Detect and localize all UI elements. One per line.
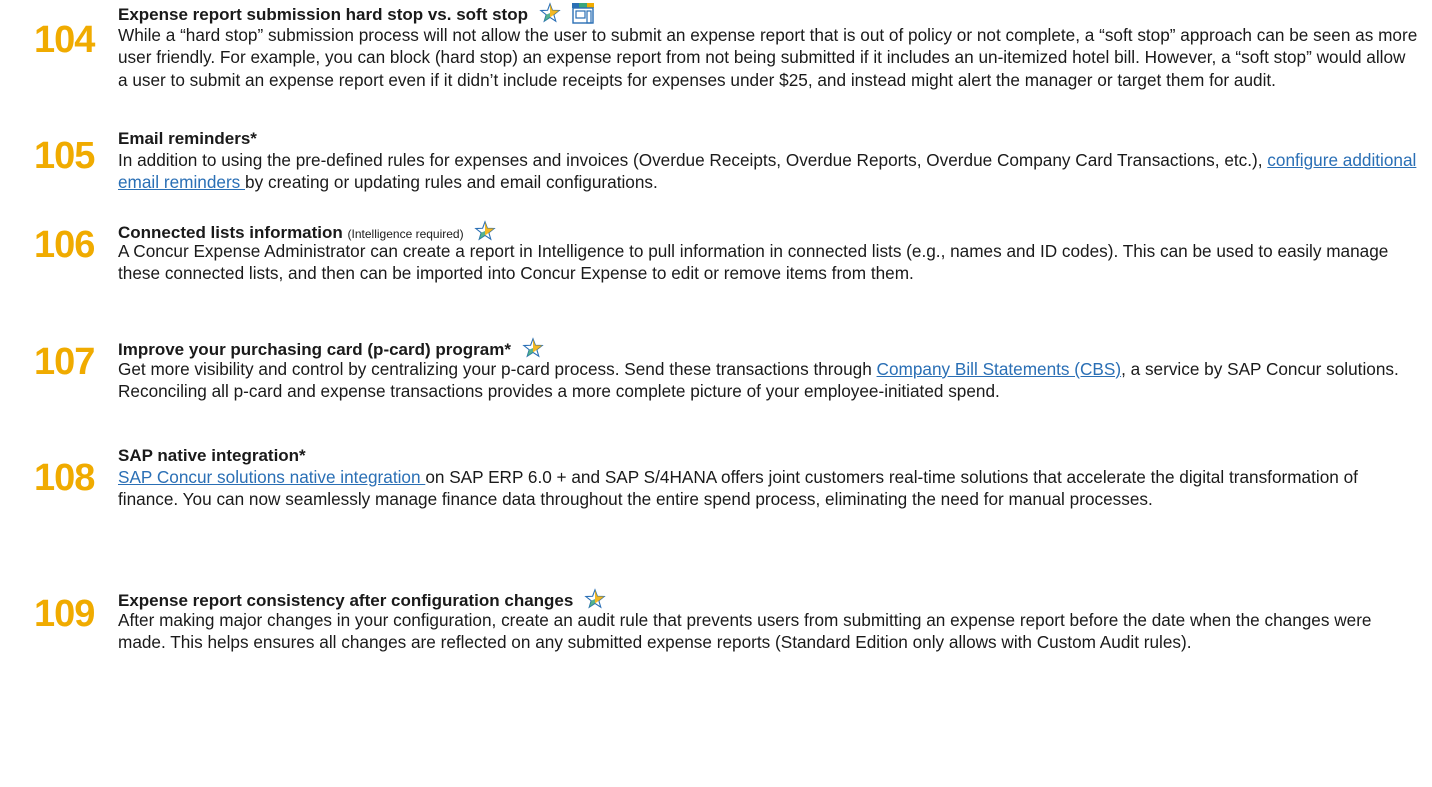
tip-body: Get more visibility and control by centr… — [118, 359, 1399, 402]
tip-109: 109 Expense report consistency after con… — [0, 0, 1432, 652]
tip-title: Email reminders* — [118, 129, 257, 148]
tip-body: After making major changes in your confi… — [118, 610, 1372, 653]
tip-number: 107 — [34, 341, 95, 383]
tip-body: SAP Concur solutions native integration … — [118, 467, 1358, 510]
company-bill-statements-link[interactable]: Company Bill Statements (CBS) — [877, 359, 1122, 379]
native-integration-link[interactable]: SAP Concur solutions native integration — [118, 467, 425, 487]
tip-number: 109 — [34, 593, 95, 635]
tip-body: In addition to using the pre-defined rul… — [118, 150, 1417, 193]
tip-number: 108 — [34, 457, 95, 499]
tip-title: SAP native integration* — [118, 446, 306, 465]
tip-note: (Intelligence required) — [347, 226, 464, 241]
tip-body: A Concur Expense Administrator can creat… — [118, 241, 1389, 284]
tip-number: 106 — [34, 224, 95, 266]
tip-number: 105 — [34, 135, 95, 177]
